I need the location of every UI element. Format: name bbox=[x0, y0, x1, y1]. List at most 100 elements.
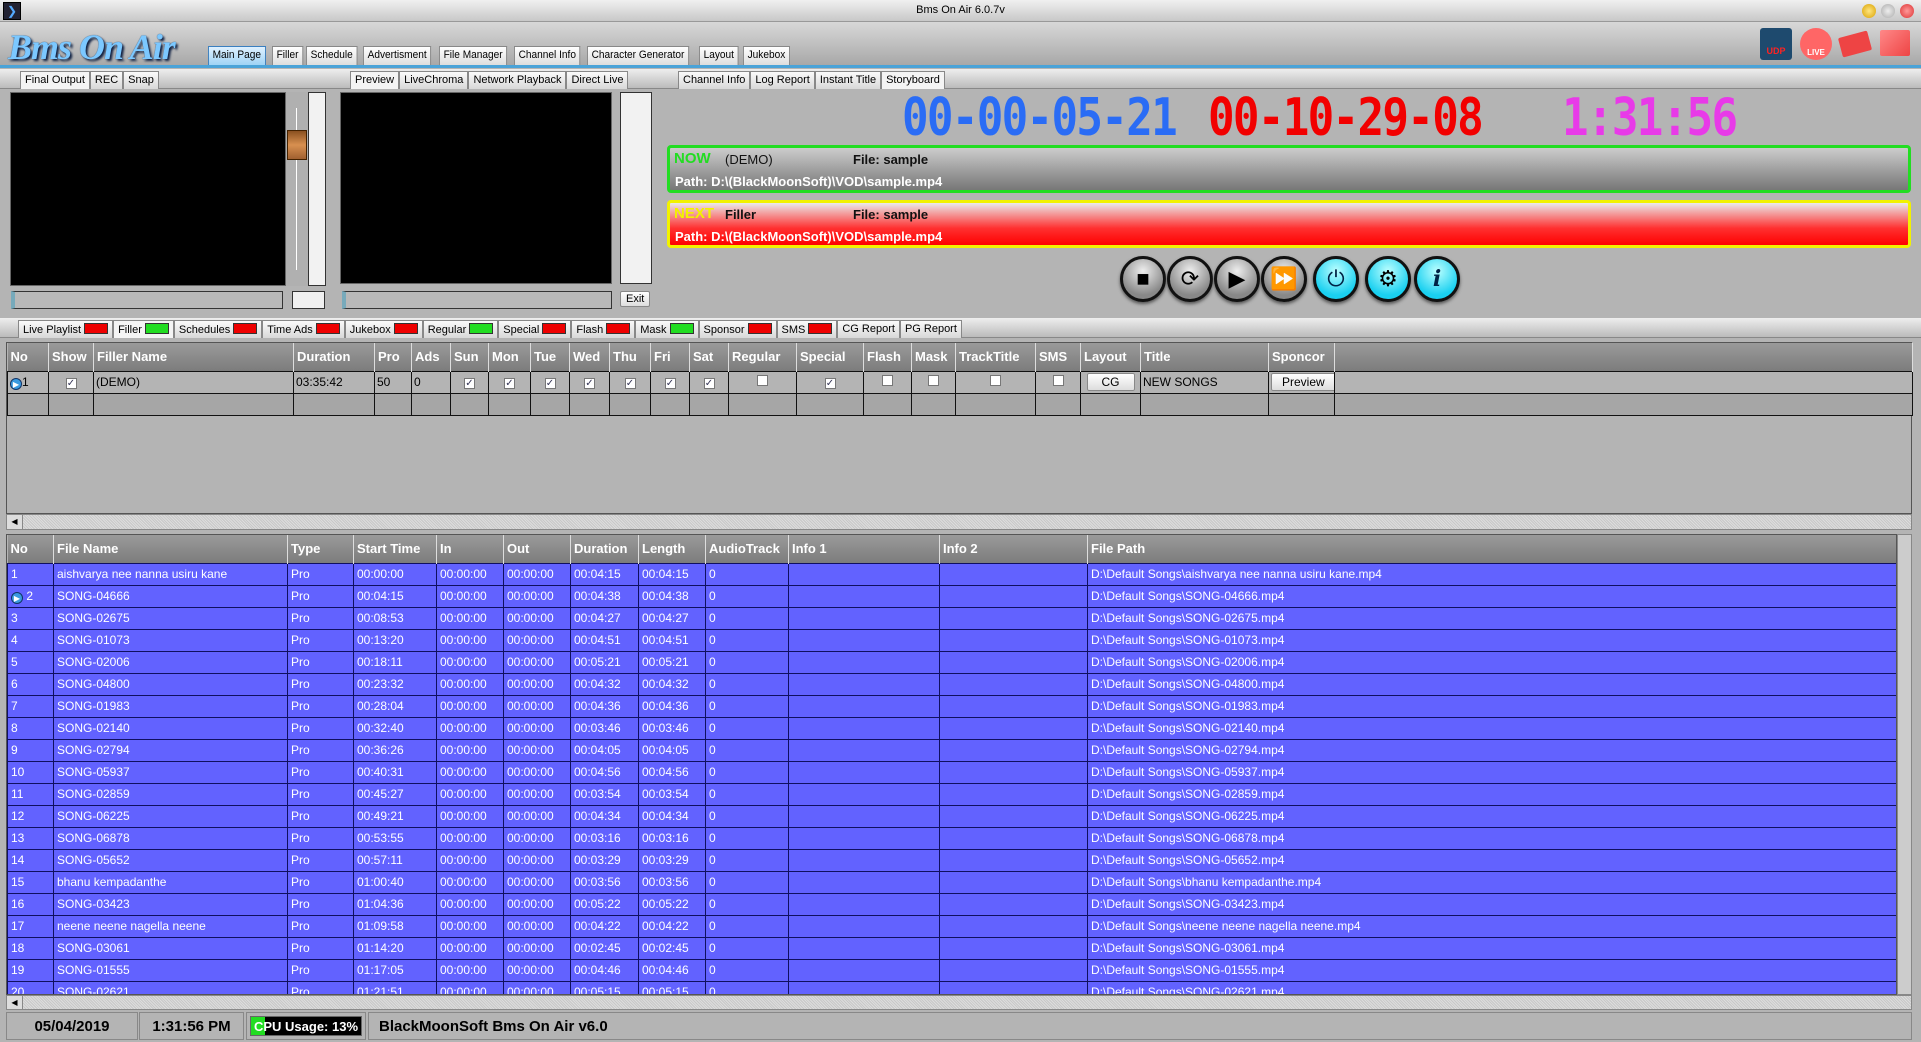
checkbox[interactable]: ✓ bbox=[824, 378, 836, 389]
playlist-row[interactable]: 20 SONG-02621 Pro 01:21:51 00:00:00 00:00:00 0… bbox=[7, 980, 1896, 994]
column-header-file-path[interactable]: File Path bbox=[1087, 535, 1896, 563]
tab-character-generator[interactable]: Character Generator bbox=[587, 46, 690, 65]
column-header-duration[interactable]: Duration bbox=[570, 535, 639, 563]
column-header-mask[interactable]: Mask bbox=[911, 343, 956, 371]
tab-livechroma[interactable]: LiveChroma bbox=[399, 71, 469, 89]
checkbox[interactable] bbox=[1052, 375, 1064, 386]
playlist-vertical-scrollbar[interactable] bbox=[1897, 534, 1912, 995]
tab-jukebox[interactable]: Jukebox bbox=[344, 320, 423, 338]
column-header-sms[interactable]: SMS bbox=[1035, 343, 1081, 371]
playlist-row[interactable]: 18 SONG-03061 Pro 01:14:20 00:00:00 00:00:00 0… bbox=[7, 936, 1896, 960]
column-header-fri[interactable]: Fri bbox=[650, 343, 690, 371]
checkbox[interactable]: ✓ bbox=[624, 378, 636, 389]
column-header-special[interactable]: Special bbox=[796, 343, 864, 371]
column-header-filler-name[interactable]: Filler Name bbox=[93, 343, 294, 371]
tab-advertisment[interactable]: Advertisment bbox=[363, 46, 432, 65]
tab-direct-live[interactable]: Direct Live bbox=[566, 71, 629, 89]
output-progress-bar[interactable] bbox=[11, 291, 283, 309]
playlist-row[interactable]: 12 SONG-06225 Pro 00:49:21 00:00:00 00:00:00 0… bbox=[7, 804, 1896, 828]
playlist-row[interactable]: 8 SONG-02140 Pro 00:32:40 00:00:00 00:00:00 00… bbox=[7, 716, 1896, 740]
playlist-row[interactable]: 19 SONG-01555 Pro 01:17:05 00:00:00 00:00:00 0… bbox=[7, 958, 1896, 982]
column-header-show[interactable]: Show bbox=[48, 343, 94, 371]
column-header-pro[interactable]: Pro bbox=[374, 343, 412, 371]
column-header-in[interactable]: In bbox=[436, 535, 504, 563]
udp-icon[interactable]: UDP bbox=[1760, 28, 1792, 60]
tab-instant-title[interactable]: Instant Title bbox=[814, 71, 882, 89]
checkbox[interactable] bbox=[990, 375, 1001, 386]
column-header-layout[interactable]: Layout bbox=[1080, 343, 1141, 371]
capture-card-icon[interactable] bbox=[1837, 30, 1873, 58]
playlist-row[interactable]: 4 SONG-01073 Pro 00:13:20 00:00:00 00:00:00 00… bbox=[7, 628, 1896, 652]
tab-preview[interactable]: Preview bbox=[350, 71, 400, 89]
volume-slider-handle[interactable] bbox=[287, 130, 307, 160]
column-header-file-name[interactable]: File Name bbox=[53, 535, 288, 563]
column-header-audiotrack[interactable]: AudioTrack bbox=[705, 535, 789, 563]
minimize-button[interactable] bbox=[1862, 4, 1876, 18]
tab-network-playback[interactable]: Network Playback bbox=[468, 71, 567, 89]
column-header-tracktitle[interactable]: TrackTitle bbox=[955, 343, 1036, 371]
column-header-thu[interactable]: Thu bbox=[609, 343, 651, 371]
exit-button[interactable]: Exit bbox=[620, 291, 651, 307]
play-button[interactable]: ▶ bbox=[1214, 256, 1260, 302]
info-button[interactable]: i bbox=[1414, 256, 1460, 302]
playlist-row[interactable]: 17 neene neene nagella neene Pro 01:09:58 00… bbox=[7, 914, 1896, 938]
tab-main-page[interactable]: Main Page bbox=[208, 46, 266, 65]
playlist-row[interactable]: ▶ 2 SONG-04666 Pro 00:04:15 00:00:00 00:00:00… bbox=[7, 584, 1896, 608]
column-header-mon[interactable]: Mon bbox=[488, 343, 531, 371]
playlist-row[interactable]: 6 SONG-04800 Pro 00:23:32 00:00:00 00:00:00 00… bbox=[7, 672, 1896, 696]
checkbox[interactable]: ✓ bbox=[504, 378, 515, 389]
checkbox[interactable]: ✓ bbox=[584, 378, 595, 389]
table-row[interactable]: ▶ 1 ✓ (DEMO) 03:35:42 50 0 ✓ ✓ ✓ ✓ ✓ ✓ ✓ ✓ CG NEW SONGS P… bbox=[7, 370, 1913, 394]
checkbox[interactable]: ✓ bbox=[544, 378, 556, 389]
tab-mask[interactable]: Mask bbox=[635, 320, 699, 338]
playlist-row[interactable]: 7 SONG-01983 Pro 00:28:04 00:00:00 00:00:00 00… bbox=[7, 694, 1896, 718]
tab-log-report[interactable]: Log Report bbox=[750, 71, 815, 89]
dual-monitor-icon[interactable] bbox=[1880, 30, 1910, 56]
column-header-duration[interactable]: Duration bbox=[293, 343, 375, 371]
playlist-row[interactable]: 3 SONG-02675 Pro 00:08:53 00:00:00 00:00:00 00… bbox=[7, 606, 1896, 630]
fast-forward-button[interactable]: ⏩ bbox=[1261, 256, 1307, 302]
tab-layout[interactable]: Layout bbox=[699, 46, 739, 65]
tab-special[interactable]: Special bbox=[498, 320, 572, 338]
column-header-info-2[interactable]: Info 2 bbox=[939, 535, 1088, 563]
checkbox[interactable]: ✓ bbox=[703, 378, 715, 389]
column-header-tue[interactable]: Tue bbox=[530, 343, 570, 371]
tab-rec[interactable]: REC bbox=[89, 71, 124, 89]
volume-slider[interactable] bbox=[286, 92, 308, 286]
layout-cg-button[interactable]: CG bbox=[1086, 373, 1135, 391]
tab-regular[interactable]: Regular bbox=[422, 320, 499, 338]
tab-pg-report[interactable]: PG Report bbox=[899, 320, 962, 338]
checkbox[interactable]: ✓ bbox=[65, 378, 77, 389]
preview-progress-bar[interactable] bbox=[342, 291, 612, 309]
playlist-horizontal-scrollbar[interactable]: ◀ bbox=[6, 995, 1912, 1010]
tab-sponsor[interactable]: Sponsor bbox=[698, 320, 777, 338]
maximize-button[interactable] bbox=[1881, 4, 1895, 18]
column-header-wed[interactable]: Wed bbox=[569, 343, 610, 371]
close-button[interactable] bbox=[1900, 4, 1914, 18]
playlist-row[interactable]: 9 SONG-02794 Pro 00:36:26 00:00:00 00:00:00 00… bbox=[7, 738, 1896, 762]
tab-cg-report[interactable]: CG Report bbox=[837, 320, 900, 338]
tab-schedules[interactable]: Schedules bbox=[173, 320, 263, 338]
filler-horizontal-scrollbar[interactable]: ◀ bbox=[6, 514, 1912, 530]
repeat-button[interactable]: ⟳ bbox=[1167, 256, 1213, 302]
playlist-row[interactable]: 15 bhanu kempadanthe Pro 01:00:40 00:00:00 00… bbox=[7, 870, 1896, 894]
tab-filler[interactable]: Filler bbox=[271, 46, 303, 65]
stop-button[interactable]: ■ bbox=[1120, 256, 1166, 302]
playlist-row[interactable]: 10 SONG-05937 Pro 00:40:31 00:00:00 00:00:00 0… bbox=[7, 760, 1896, 784]
tab-time-ads[interactable]: Time Ads bbox=[262, 320, 345, 338]
column-header-no[interactable]: No bbox=[7, 535, 54, 563]
settings-button[interactable]: ⚙ bbox=[1365, 256, 1411, 302]
column-header-title[interactable]: Title bbox=[1140, 343, 1269, 371]
tab-schedule[interactable]: Schedule bbox=[306, 46, 358, 65]
tab-snap[interactable]: Snap bbox=[123, 71, 159, 89]
column-header-start-time[interactable]: Start Time bbox=[353, 535, 437, 563]
sponcor-preview-button[interactable]: Preview bbox=[1271, 373, 1334, 391]
playlist-row[interactable]: 5 SONG-02006 Pro 00:18:11 00:00:00 00:00:00 00… bbox=[7, 650, 1896, 674]
checkbox[interactable] bbox=[928, 375, 939, 386]
power-button[interactable]: ⏻ bbox=[1313, 256, 1359, 302]
column-header-sun[interactable]: Sun bbox=[450, 343, 489, 371]
column-header-type[interactable]: Type bbox=[287, 535, 354, 563]
playlist-row[interactable]: 14 SONG-05652 Pro 00:57:11 00:00:00 00:00:00 0… bbox=[7, 848, 1896, 872]
tab-filler[interactable]: Filler bbox=[113, 320, 174, 338]
column-header-regular[interactable]: Regular bbox=[728, 343, 797, 371]
